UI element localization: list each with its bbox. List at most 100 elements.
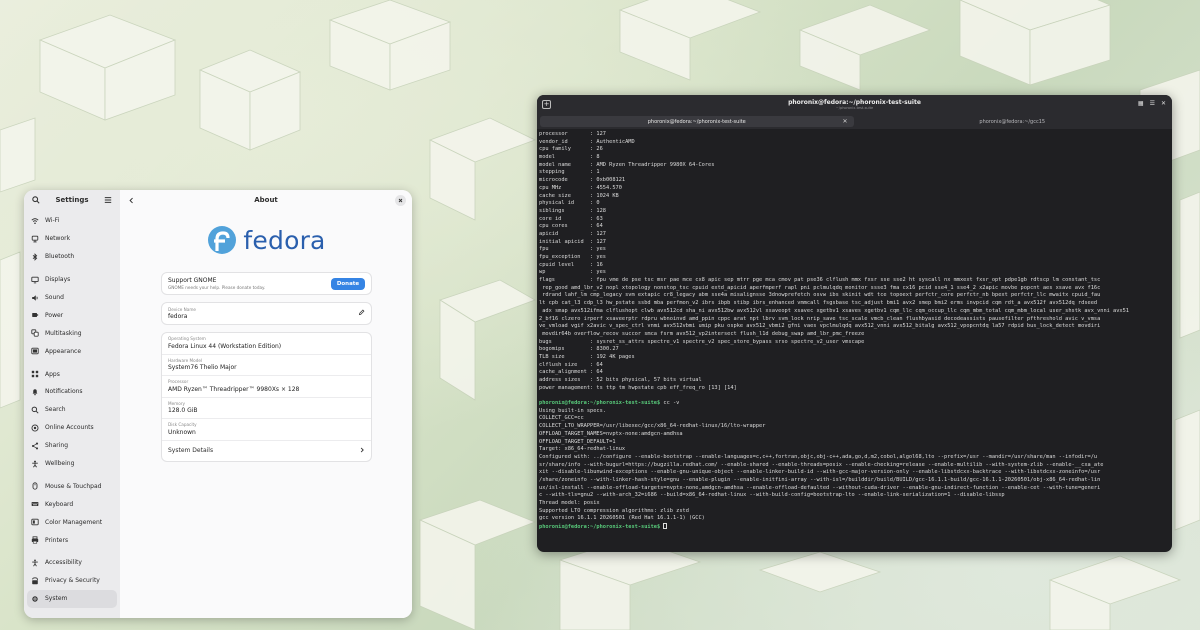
power-icon bbox=[31, 311, 39, 319]
terminal-line: power management: ts ttp tm hwpstate cpb… bbox=[539, 385, 1170, 393]
terminal-line: physical id : 0 bbox=[539, 200, 1170, 208]
terminal-line: address sizes : 52 bits physical, 57 bit… bbox=[539, 377, 1170, 385]
terminal-text: Thread model: posix bbox=[539, 500, 600, 506]
terminal-text: TLB size : 192 4K pages bbox=[539, 353, 635, 360]
terminal-prompt-line: phoronix@fedora:~/phoronix-test-suite$ c… bbox=[539, 400, 1170, 408]
sidebar-item-privacy-security[interactable]: Privacy & Security bbox=[27, 572, 117, 590]
device-name-value: fedora bbox=[168, 313, 188, 321]
support-subtitle: GNOME needs your help. Please donate tod… bbox=[168, 285, 266, 290]
terminal-line: 2_bf16 clzero irperf xsaveerptr rdpru wb… bbox=[539, 316, 1170, 324]
terminal-text: flags : fpu vme de pse tsc msr pae mce c… bbox=[539, 277, 1101, 284]
sidebar-item-displays[interactable]: Displays bbox=[27, 271, 117, 289]
chevron-right-icon bbox=[359, 447, 365, 455]
terminal-line: rdrand lahf_lm cmp_legacy svm extapic cr… bbox=[539, 292, 1170, 300]
new-tab-icon[interactable]: + bbox=[542, 100, 551, 109]
tab-gcc15[interactable]: phoronix@fedora:~/gcc15 bbox=[856, 116, 1170, 127]
fedora-logo-text: fedora bbox=[243, 225, 326, 255]
sidebar-item-power[interactable]: Power bbox=[27, 306, 117, 324]
sidebar-item-network[interactable]: Network bbox=[27, 230, 117, 248]
terminal-tabbar: phoronix@fedora:~/phoronix-test-suite ✕ … bbox=[537, 116, 1172, 129]
tab-overview-icon[interactable]: ▦ bbox=[1138, 100, 1144, 107]
device-name-caption: Device Name bbox=[168, 306, 197, 312]
donate-button[interactable]: Donate bbox=[331, 277, 365, 290]
terminal-line: xit --disable-libunwind-exceptions --ena… bbox=[539, 469, 1170, 477]
close-button[interactable] bbox=[394, 194, 406, 206]
info-row-hardware: Hardware Model System76 Thelio Major bbox=[162, 355, 371, 376]
support-gnome-card: Support GNOME GNOME needs your help. Ple… bbox=[161, 272, 372, 295]
terminal-line: Thread model: posix bbox=[539, 500, 1170, 508]
terminal-line: /share/zoneinfo --with-linker-hash-style… bbox=[539, 477, 1170, 485]
edit-icon[interactable] bbox=[358, 309, 365, 318]
terminal-line: ve_vmload vgif x2avic v_spec_ctrl vnmi a… bbox=[539, 323, 1170, 331]
bluetooth-icon bbox=[31, 252, 39, 261]
sidebar-item-label: Sound bbox=[45, 294, 64, 301]
tab-label: phoronix@fedora:~/gcc15 bbox=[979, 118, 1046, 125]
sidebar-item-sharing[interactable]: Sharing bbox=[27, 437, 117, 455]
info-caption: Memory bbox=[168, 400, 186, 406]
terminal-text: sr/share/info --with-bugurl=https://bugz… bbox=[539, 461, 1104, 468]
display-icon bbox=[31, 276, 39, 284]
system-details-row[interactable]: System Details bbox=[162, 441, 371, 461]
terminal-line: fpu_exception : yes bbox=[539, 254, 1170, 262]
info-value: Fedora Linux 44 (Workstation Edition) bbox=[168, 342, 282, 350]
terminal-text: processor : 127 bbox=[539, 131, 606, 137]
close-icon[interactable]: ✕ bbox=[1161, 100, 1166, 107]
tab-phoronix-test-suite[interactable]: phoronix@fedora:~/phoronix-test-suite ✕ bbox=[540, 116, 854, 127]
terminal-text: wp : yes bbox=[539, 269, 606, 276]
sidebar-item-wi-fi[interactable]: Wi-Fi bbox=[27, 212, 117, 230]
sidebar-item-label: Multitasking bbox=[45, 329, 82, 337]
sidebar-item-label: System bbox=[45, 595, 68, 603]
back-icon[interactable] bbox=[126, 195, 137, 206]
content-header: About bbox=[120, 190, 412, 210]
menu-icon[interactable]: ☰ bbox=[1150, 100, 1155, 107]
terminal-text: initial apicid : 127 bbox=[539, 238, 606, 245]
fedora-logo: fedora bbox=[161, 216, 372, 264]
info-value: System76 Thelio Major bbox=[168, 364, 237, 371]
sidebar-item-keyboard[interactable]: Keyboard bbox=[27, 495, 117, 513]
sidebar-item-appearance[interactable]: Appearance bbox=[27, 342, 117, 360]
support-title: Support GNOME bbox=[168, 277, 217, 284]
sidebar-item-notifications[interactable]: Notifications bbox=[27, 383, 117, 401]
accessibility-icon bbox=[31, 559, 39, 567]
sidebar-item-online-accounts[interactable]: Online Accounts bbox=[27, 419, 117, 437]
sidebar-item-accessibility[interactable]: Accessibility bbox=[27, 554, 117, 572]
sidebar-item-multitasking[interactable]: Multitasking bbox=[27, 324, 117, 342]
sidebar-item-system[interactable]: System bbox=[27, 589, 117, 608]
sidebar-item-search[interactable]: Search bbox=[27, 401, 117, 419]
terminal-output[interactable]: processor : 127 vendor_id : AuthenticAMD c… bbox=[537, 129, 1172, 550]
sidebar-item-printers[interactable]: Printers bbox=[27, 531, 117, 549]
terminal-text: COLLECT_LTO_WRAPPER=/usr/libexec/gcc/x86… bbox=[539, 423, 766, 430]
sidebar-separator bbox=[27, 266, 117, 271]
device-name-row[interactable]: Device Name fedora bbox=[161, 302, 372, 325]
terminal-line: flags : fpu vme de pse tsc msr pae mce c… bbox=[539, 277, 1170, 285]
sidebar-item-bluetooth[interactable]: Bluetooth bbox=[27, 248, 117, 266]
wifi-icon bbox=[31, 217, 39, 225]
sidebar-item-apps[interactable]: Apps bbox=[27, 365, 117, 383]
sidebar-item-wellbeing[interactable]: Wellbeing bbox=[27, 455, 117, 473]
terminal-text: movdir64b overflow_recov succor smca fsr… bbox=[539, 330, 865, 337]
terminal-text: fpu_exception : yes bbox=[539, 254, 606, 260]
multitasking-icon bbox=[31, 329, 39, 337]
terminal-line: model : 8 bbox=[539, 154, 1170, 162]
mouse-icon bbox=[31, 482, 39, 491]
menu-icon[interactable] bbox=[103, 195, 114, 206]
terminal-line: adx smap avx512ifma clflushopt clwb avx5… bbox=[539, 308, 1170, 316]
system-details-label: System Details bbox=[168, 447, 214, 454]
search-icon bbox=[31, 406, 39, 414]
terminal-line: bugs : sysret_ss_attrs spectre_v1 spectr… bbox=[539, 339, 1170, 347]
tab-close-icon[interactable]: ✕ bbox=[842, 118, 847, 125]
sidebar-item-label: Color Management bbox=[45, 518, 103, 526]
keyboard-icon bbox=[31, 500, 39, 508]
sidebar-item-mouse-touchpad[interactable]: Mouse & Touchpad bbox=[27, 477, 117, 495]
about-panel: About fedora Support GNOME GNOME needs y… bbox=[120, 190, 412, 618]
network-icon bbox=[31, 235, 39, 243]
sidebar-item-color-management[interactable]: Color Management bbox=[27, 513, 117, 531]
search-icon[interactable] bbox=[30, 195, 41, 206]
sidebar-item-sound[interactable]: Sound bbox=[27, 289, 117, 307]
terminal-text: vendor_id : AuthenticAMD bbox=[539, 138, 635, 145]
terminal-line: vendor_id : AuthenticAMD bbox=[539, 139, 1170, 147]
terminal-line: cpu family : 26 bbox=[539, 146, 1170, 154]
terminal-line: OFFLOAD_TARGET_NAMES=nvptx-none:amdgcn-a… bbox=[539, 431, 1170, 439]
terminal-text: Supported LTO compression algorithms: zl… bbox=[539, 507, 689, 514]
